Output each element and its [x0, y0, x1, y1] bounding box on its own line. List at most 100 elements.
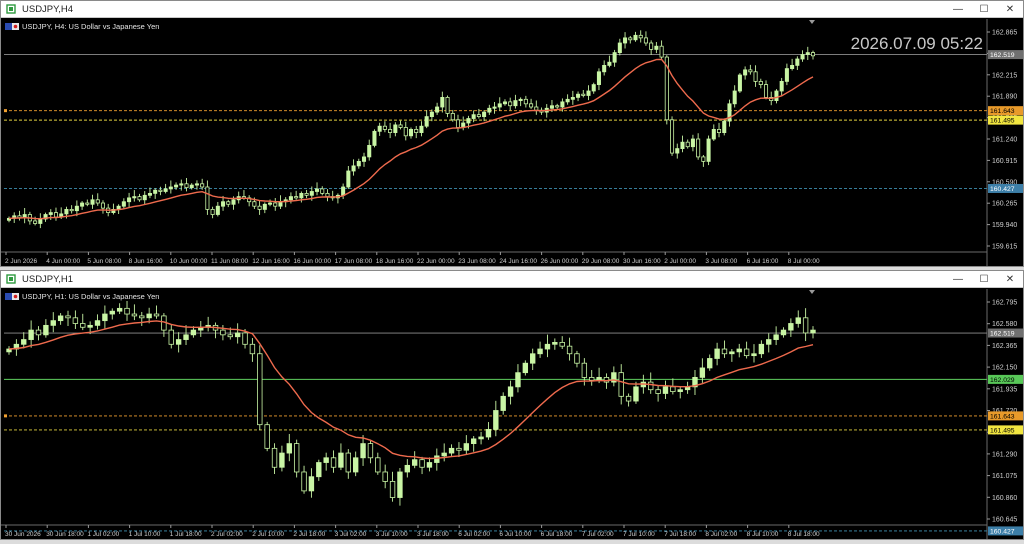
candle-body [309, 191, 314, 196]
candle-body [714, 348, 720, 359]
candle-body [466, 118, 471, 124]
price-tick-label: 159.940 [992, 222, 1017, 229]
candle-body [367, 145, 372, 158]
time-tick-label: 2 Jul 02:00 [211, 531, 243, 538]
candle-body [137, 196, 142, 201]
candle-body [94, 320, 101, 326]
chart-window-h4[interactable]: USDJPY,H4 — ☐ ✕ USDJPY, H4: US Dollar vs… [0, 0, 1024, 267]
price-tick-label: 161.890 [992, 94, 1017, 101]
candle-body [124, 307, 130, 315]
chart-window-icon [6, 4, 16, 14]
price-tick-label: 161.240 [992, 137, 1017, 144]
clock-label: 2026.07.09 05:22 [850, 34, 983, 53]
candle-body [612, 52, 617, 63]
symbol-label: USDJPY, H4: US Dollar vs Japanese Yen [22, 22, 160, 31]
time-tick-label: 18 Jun 16:00 [376, 258, 414, 265]
candle-body [513, 100, 518, 107]
candle-body [273, 202, 278, 207]
candle-body [717, 129, 722, 134]
candle-body [393, 124, 398, 133]
close-button[interactable]: ✕ [997, 1, 1023, 18]
candle-body [654, 45, 659, 50]
time-tick-label: 8 Jul 00:00 [788, 258, 820, 265]
window-titlebar[interactable]: USDJPY,H1 — ☐ ✕ [1, 271, 1023, 288]
candle-body [507, 386, 514, 397]
candle-body [743, 69, 748, 76]
candle-body [455, 119, 461, 128]
candle-body [131, 313, 138, 317]
candle-body [471, 114, 476, 119]
candle-body [33, 220, 38, 224]
candle-body [139, 315, 145, 319]
price-tick-label: 162.150 [992, 365, 1017, 372]
candle-body [320, 188, 325, 194]
candle-body [257, 205, 262, 210]
time-tick-label: 11 Jun 08:00 [211, 258, 248, 265]
candle-body [743, 348, 750, 357]
candle-body [146, 313, 152, 319]
candle-body [555, 105, 560, 108]
candle-body [576, 93, 581, 98]
candle-body [440, 97, 445, 108]
candle-body [361, 156, 367, 162]
candle-body [529, 103, 534, 108]
candlestick-plot[interactable]: 162.865162.540162.215161.890161.565161.2… [1, 19, 1023, 266]
close-button[interactable]: ✕ [997, 271, 1023, 288]
candle-body [382, 471, 388, 482]
candle-body [625, 395, 632, 402]
candle-body [445, 97, 450, 114]
candle-body [189, 184, 194, 189]
price-tick-label: 160.860 [992, 495, 1017, 502]
chart-window-h1[interactable]: USDJPY,H1 — ☐ ✕ USDJPY, H1: US Dollar vs… [0, 270, 1024, 540]
minimize-button[interactable]: — [945, 1, 971, 18]
minimize-button[interactable]: — [945, 271, 971, 288]
price-level-tag-label: 161.643 [990, 413, 1015, 420]
time-tick-label: 16 Jun 00:00 [293, 258, 331, 265]
candle-body [341, 186, 346, 196]
candle-body [301, 471, 307, 492]
candle-body [153, 189, 158, 194]
candle-body [242, 332, 248, 345]
chart-shift-marker [809, 290, 815, 294]
candle-body [607, 61, 612, 66]
candle-body [226, 201, 231, 205]
candle-body [780, 329, 787, 336]
candle-body [706, 138, 711, 162]
candle-body [485, 429, 492, 438]
price-tick-label: 162.865 [992, 30, 1017, 37]
time-tick-label: 26 Jun 00:00 [541, 258, 579, 265]
time-tick-label: 2 Jul 18:00 [293, 531, 325, 538]
maximize-button[interactable]: ☐ [971, 271, 997, 288]
price-chart-h1[interactable]: USDJPY, H1: US Dollar vs Japanese Yen 16… [1, 289, 1023, 539]
candle-body [57, 315, 64, 322]
candle-body [69, 208, 74, 212]
maximize-button[interactable]: ☐ [971, 1, 997, 18]
time-tick-label: 3 Jul 08:00 [705, 258, 737, 265]
candle-body [257, 353, 263, 426]
candle-body [721, 348, 728, 355]
candle-body [100, 202, 105, 209]
candle-body [190, 329, 197, 336]
candle-body [194, 183, 199, 186]
time-tick-label: 6 Jul 18:00 [541, 531, 573, 538]
candle-body [596, 376, 602, 381]
candle-body [234, 332, 241, 338]
candle-body [168, 329, 174, 345]
time-tick-label: 23 Jun 08:00 [458, 258, 496, 265]
candle-body [360, 443, 366, 459]
candle-body [500, 395, 506, 411]
candle-body [90, 199, 95, 205]
candle-body [502, 101, 507, 105]
candle-body [711, 129, 716, 140]
window-titlebar[interactable]: USDJPY,H4 — ☐ ✕ [1, 1, 1023, 18]
candle-body [220, 329, 226, 336]
candle-body [492, 106, 497, 109]
candle-body [628, 37, 633, 41]
candle-body [50, 320, 56, 326]
candle-body [21, 339, 27, 345]
time-tick-label: 4 Jun 00:00 [46, 258, 80, 265]
candle-body [35, 329, 42, 336]
price-chart-h4[interactable]: USDJPY, H4: US Dollar vs Japanese Yen 20… [1, 19, 1023, 266]
candle-body [95, 199, 100, 204]
candlestick-plot[interactable]: 162.795162.580162.365162.150161.935161.7… [1, 289, 1023, 539]
